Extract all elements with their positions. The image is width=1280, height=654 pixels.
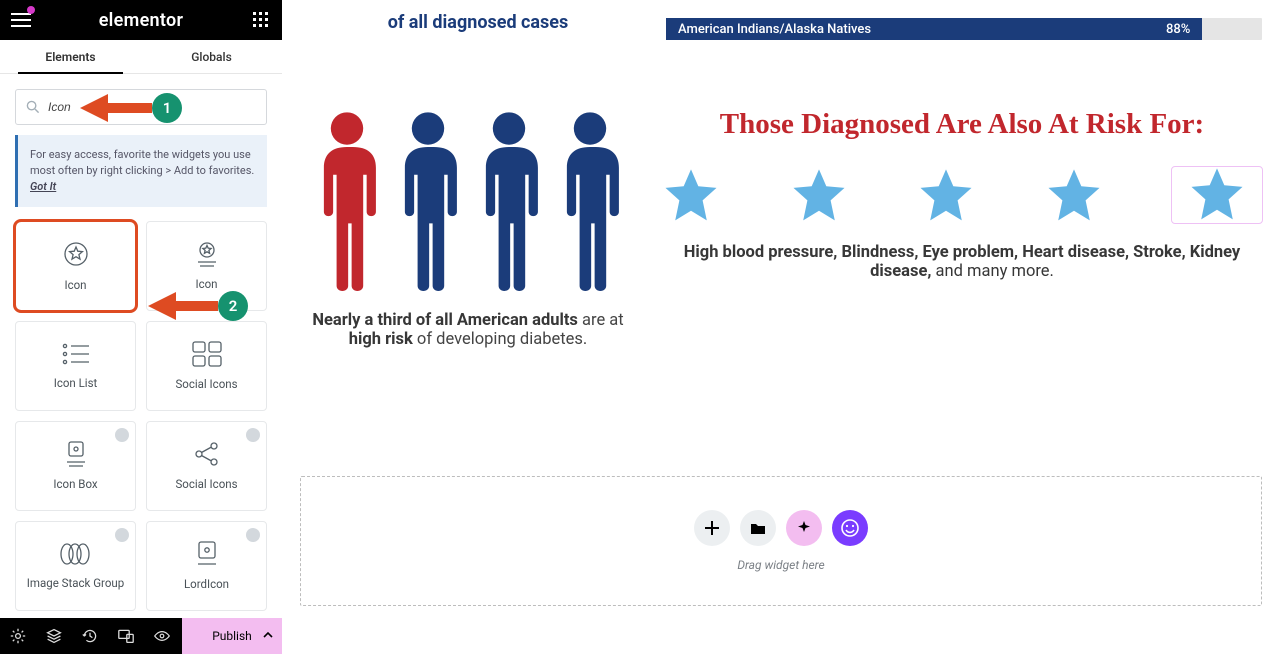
sidebar-tabs: Elements Globals bbox=[0, 40, 282, 74]
smiley-icon bbox=[841, 519, 859, 537]
widget-label: Icon List bbox=[54, 376, 98, 390]
sparkle-icon bbox=[796, 520, 812, 536]
responsive-button[interactable] bbox=[108, 618, 144, 654]
widget-icon[interactable]: Icon bbox=[15, 221, 136, 311]
widget-social-icons-2[interactable]: Social Icons bbox=[146, 421, 267, 511]
tip-text: For easy access, favorite the widgets yo… bbox=[30, 148, 254, 177]
notification-dot-icon bbox=[27, 6, 35, 14]
widget-social-icons[interactable]: Social Icons bbox=[146, 321, 267, 411]
elementor-logo: elementor bbox=[99, 10, 184, 31]
at-risk-section: Those Diagnosed Are Also At Risk For: Hi… bbox=[662, 108, 1262, 281]
at-risk-title: Those Diagnosed Are Also At Risk For: bbox=[662, 108, 1262, 141]
chevron-up-icon bbox=[262, 629, 274, 644]
person-icon bbox=[392, 110, 464, 299]
fragment-caption: of all diagnosed cases bbox=[388, 12, 569, 33]
person-icon bbox=[554, 110, 626, 299]
folder-icon bbox=[750, 521, 766, 535]
progress-fill: American Indians/Alaska Natives 88% bbox=[666, 18, 1202, 40]
image-stack-icon bbox=[59, 542, 93, 566]
star-icon[interactable] bbox=[1045, 167, 1103, 225]
favorites-tip: For easy access, favorite the widgets yo… bbox=[15, 135, 267, 207]
navigator-button[interactable] bbox=[36, 618, 72, 654]
widget-image-stack-group[interactable]: Image Stack Group bbox=[15, 521, 136, 611]
widgets-grid: Icon Icon Icon List Social Icons Icon Bo… bbox=[0, 221, 282, 626]
plus-icon bbox=[704, 520, 720, 536]
sidebar-toolbar: Publish bbox=[0, 618, 282, 654]
pro-badge-icon bbox=[246, 428, 260, 442]
widget-icon-list[interactable]: Icon List bbox=[15, 321, 136, 411]
publish-button[interactable]: Publish bbox=[182, 618, 282, 654]
sidebar-header: elementor bbox=[0, 0, 282, 40]
list-icon bbox=[61, 342, 91, 366]
callout-step-1: 1 bbox=[152, 93, 182, 123]
pro-badge-icon bbox=[115, 428, 129, 442]
tab-globals[interactable]: Globals bbox=[141, 40, 282, 73]
star-icon[interactable] bbox=[917, 167, 975, 225]
widget-lordicon[interactable]: LordIcon bbox=[146, 521, 267, 611]
widget-label: Image Stack Group bbox=[27, 576, 124, 590]
drop-smiley-button[interactable] bbox=[832, 510, 868, 546]
pro-badge-icon bbox=[115, 528, 129, 542]
widget-label: Social Icons bbox=[175, 377, 237, 391]
widget-label: Icon bbox=[195, 277, 217, 291]
icon-box-icon bbox=[65, 441, 87, 467]
preview-button[interactable] bbox=[144, 618, 180, 654]
widget-icon-box[interactable]: Icon Box bbox=[15, 421, 136, 511]
drop-ai-button[interactable] bbox=[786, 510, 822, 546]
dropzone-label: Drag widget here bbox=[737, 558, 824, 572]
editor-canvas: of all diagnosed cases American Indians/… bbox=[282, 0, 1280, 654]
widget-search[interactable] bbox=[15, 89, 267, 125]
apps-grid-button[interactable] bbox=[250, 9, 272, 31]
widget-label: LordIcon bbox=[184, 577, 229, 591]
widget-dropzone[interactable]: Drag widget here bbox=[300, 476, 1262, 606]
star-row bbox=[662, 167, 1262, 225]
social-grid-icon bbox=[191, 341, 223, 367]
people-caption: Nearly a third of all American adults ar… bbox=[300, 311, 636, 349]
callout-step-2: 2 bbox=[218, 291, 248, 321]
star-icon[interactable] bbox=[1172, 167, 1262, 223]
menu-button[interactable] bbox=[10, 9, 32, 31]
risk-list: High blood pressure, Blindness, Eye prob… bbox=[662, 243, 1262, 281]
progress-label: American Indians/Alaska Natives bbox=[678, 22, 871, 37]
elementor-sidebar: elementor Elements Globals For easy acce… bbox=[0, 0, 282, 654]
widget-label: Icon Box bbox=[53, 477, 97, 491]
tab-elements[interactable]: Elements bbox=[0, 40, 141, 73]
share-icon bbox=[194, 441, 220, 467]
star-circle-underlined-icon bbox=[192, 241, 222, 267]
widget-label: Social Icons bbox=[175, 477, 237, 491]
drop-add-button[interactable] bbox=[694, 510, 730, 546]
tip-got-it-link[interactable]: Got It bbox=[30, 180, 56, 193]
pro-badge-icon bbox=[246, 528, 260, 542]
people-section: Nearly a third of all American adults ar… bbox=[300, 110, 636, 349]
progress-value: 88% bbox=[1166, 22, 1190, 37]
person-icon bbox=[311, 110, 383, 299]
settings-button[interactable] bbox=[0, 618, 36, 654]
history-button[interactable] bbox=[72, 618, 108, 654]
star-icon[interactable] bbox=[662, 167, 720, 225]
lordicon-icon bbox=[196, 541, 218, 567]
search-icon bbox=[26, 100, 40, 114]
star-icon[interactable] bbox=[790, 167, 848, 225]
widget-label: Icon bbox=[64, 278, 86, 292]
publish-label: Publish bbox=[212, 629, 252, 643]
drop-folder-button[interactable] bbox=[740, 510, 776, 546]
progress-bar: American Indians/Alaska Natives 88% bbox=[666, 18, 1262, 40]
person-icon bbox=[473, 110, 545, 299]
widget-icon-alt[interactable]: Icon bbox=[146, 221, 267, 311]
star-circle-icon bbox=[62, 240, 90, 268]
